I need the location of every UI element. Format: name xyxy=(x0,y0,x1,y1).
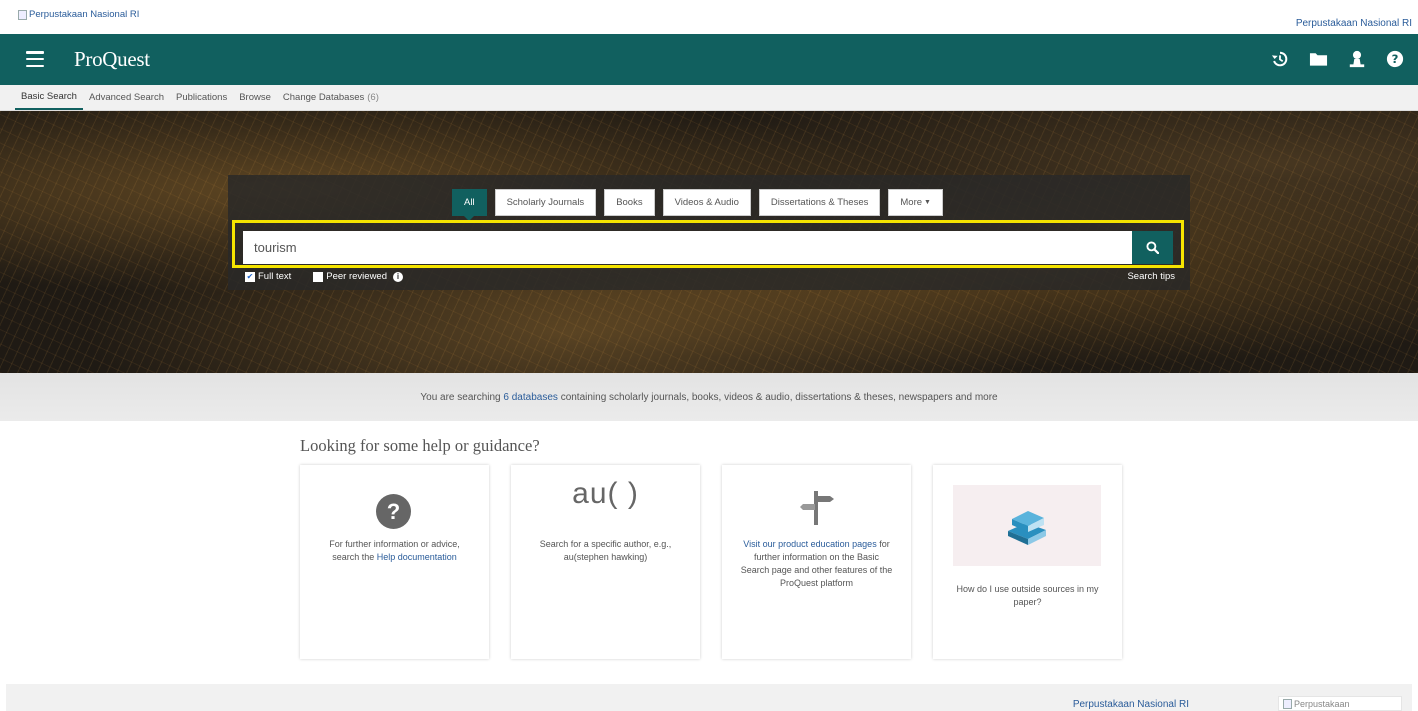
help-card-author-search: au( ) Search for a specific author, e.g.… xyxy=(511,465,700,659)
source-tab-videos-audio[interactable]: Videos & Audio xyxy=(662,189,751,216)
database-info-bar: You are searching 6 databases containing… xyxy=(0,373,1418,421)
tab-basic-search[interactable]: Basic Search xyxy=(15,85,83,110)
footer: Perpustakaan Nasional RI Perpustakaan xyxy=(6,684,1412,711)
search-panel: All Scholarly Journals Books Videos & Au… xyxy=(228,175,1190,290)
source-tab-scholarly-journals[interactable]: Scholarly Journals xyxy=(494,189,597,216)
source-tab-books[interactable]: Books xyxy=(604,189,655,216)
search-button[interactable] xyxy=(1132,231,1173,264)
peer-reviewed-option[interactable]: Peer reviewed i xyxy=(313,271,403,282)
help-documentation-link[interactable]: Help documentation xyxy=(377,552,457,562)
help-card-education: Visit our product education pages for fu… xyxy=(722,465,911,659)
broken-image-icon xyxy=(18,9,27,20)
library-logo[interactable]: Perpustakaan Nasional RI xyxy=(18,9,139,20)
history-icon[interactable] xyxy=(1271,50,1289,68)
search-input[interactable] xyxy=(243,231,1132,264)
help-card-text: Search for a specific author, e.g., au(s… xyxy=(539,539,672,562)
search-nav: Basic Search Advanced Search Publication… xyxy=(0,85,1418,111)
help-cards: ? For further information or advice, sea… xyxy=(300,465,1122,659)
source-tab-dissertations[interactable]: Dissertations & Theses xyxy=(758,189,881,216)
footer-library-link[interactable]: Perpustakaan Nasional RI xyxy=(1073,699,1189,710)
help-card-text: Visit our product education pages for fu… xyxy=(740,539,893,588)
full-text-checkbox[interactable]: ✔ xyxy=(245,271,255,282)
peer-reviewed-checkbox[interactable] xyxy=(313,271,324,282)
svg-text:?: ? xyxy=(1392,52,1399,66)
help-card-documentation: ? For further information or advice, sea… xyxy=(300,465,489,659)
header: ProQuest ? xyxy=(0,34,1418,85)
hero-city-background: All Scholarly Journals Books Videos & Au… xyxy=(0,111,1418,373)
tab-advanced-search[interactable]: Advanced Search xyxy=(83,85,170,110)
books-image xyxy=(953,485,1101,566)
menu-icon[interactable] xyxy=(26,51,44,67)
help-card-text: For further information or advice, searc… xyxy=(329,539,460,562)
full-text-option[interactable]: ✔ Full text xyxy=(245,271,291,282)
help-card-text: How do I use outside sources in my paper… xyxy=(956,584,1099,607)
tab-publications[interactable]: Publications xyxy=(170,85,233,110)
question-circle-icon: ? xyxy=(376,494,411,529)
source-type-tabs: All Scholarly Journals Books Videos & Au… xyxy=(452,189,943,221)
help-icon[interactable]: ? xyxy=(1386,50,1404,68)
library-link[interactable]: Perpustakaan Nasional RI xyxy=(1296,18,1412,29)
databases-link[interactable]: 6 databases xyxy=(503,392,558,403)
signpost-icon xyxy=(800,491,834,525)
source-tab-more[interactable]: More ▼ xyxy=(888,189,943,216)
search-tips-link[interactable]: Search tips xyxy=(1127,271,1175,282)
search-icon xyxy=(1146,241,1159,254)
user-icon[interactable] xyxy=(1348,50,1366,68)
info-icon[interactable]: i xyxy=(393,271,403,282)
folder-icon[interactable] xyxy=(1309,51,1328,67)
source-tab-all[interactable]: All xyxy=(452,189,487,221)
caret-down-icon: ▼ xyxy=(924,199,931,206)
proquest-logo[interactable]: ProQuest xyxy=(74,47,150,72)
help-card-outside-sources[interactable]: How do I use outside sources in my paper… xyxy=(933,465,1122,659)
tab-browse[interactable]: Browse xyxy=(233,85,277,110)
library-bar: Perpustakaan Nasional RI Perpustakaan Na… xyxy=(0,0,1418,34)
au-function-icon: au( ) xyxy=(572,477,639,510)
footer-library-logo[interactable]: Perpustakaan xyxy=(1278,696,1402,711)
help-heading: Looking for some help or guidance? xyxy=(300,436,540,455)
database-count: (6) xyxy=(367,92,379,103)
product-education-link[interactable]: Visit our product education pages xyxy=(743,539,876,549)
tab-change-databases[interactable]: Change Databases (6) xyxy=(277,85,385,110)
broken-image-icon xyxy=(1283,698,1292,709)
